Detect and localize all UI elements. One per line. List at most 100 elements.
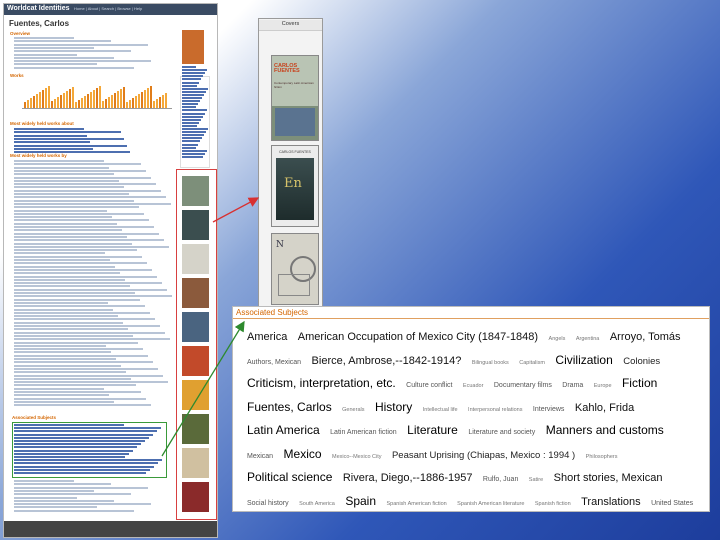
subject-tag[interactable]: Criticism, interpretation, etc. (247, 376, 396, 390)
subject-tag[interactable]: Literature and society (468, 429, 535, 436)
cover-thumbnail[interactable] (182, 278, 209, 308)
subject-tag[interactable]: Rivera, Diego,--1886-1957 (343, 472, 473, 484)
subject-tag[interactable]: Kahlo, Frida (575, 402, 634, 414)
timeline-bar (84, 96, 86, 108)
subject-tag[interactable]: Argentina (576, 336, 600, 342)
by-work-line (14, 189, 161, 192)
timeline-bar (54, 99, 56, 108)
cover-thumbnail[interactable] (182, 312, 209, 342)
subject-tag[interactable]: Political science (247, 470, 332, 484)
subject-tag[interactable]: Fiction (622, 376, 657, 390)
timeline-bar (156, 99, 158, 108)
subject-tag[interactable]: Europe (594, 383, 612, 389)
associated-subjects-panel: Associated Subjects America American Occ… (232, 306, 710, 512)
subject-tag[interactable]: History (375, 400, 412, 414)
timeline-bar (138, 94, 140, 108)
by-work-line (14, 391, 141, 393)
subject-tag[interactable]: Mexico (284, 447, 322, 461)
subject-tag[interactable]: South America (299, 501, 335, 507)
cover-thumbnail[interactable] (182, 244, 209, 274)
subject-tag[interactable]: Bierce, Ambrose,--1842-1914? (312, 355, 462, 367)
sidebar-link-line (182, 103, 198, 106)
timeline-bar (114, 93, 116, 108)
cover-thumbnail[interactable] (182, 482, 209, 512)
subject-thumb-line (14, 433, 153, 436)
by-work-line (14, 371, 126, 374)
cover-thumbnail[interactable] (182, 448, 209, 478)
subject-tag[interactable]: Generals (342, 407, 364, 413)
subject-tag[interactable]: American Occupation of Mexico City (1847… (298, 331, 538, 343)
timeline-bar (87, 94, 89, 108)
by-work-line (14, 288, 167, 291)
subject-tag[interactable]: Manners and customs (546, 423, 664, 437)
timeline-bar (132, 98, 134, 108)
cover-image-2[interactable]: CARLOS FUENTES En (271, 145, 319, 227)
cover-3-rect (278, 274, 310, 296)
subject-tag[interactable]: Authors, Mexican (247, 359, 301, 366)
section-header-overview: Overview (10, 31, 31, 36)
subject-tag[interactable]: Short stories, Mexican (554, 472, 663, 484)
timeline-bar (129, 100, 131, 108)
subject-tag[interactable]: Intellectual life (423, 407, 458, 413)
by-work-line (14, 216, 112, 219)
subject-tag[interactable]: Spanish American literature (457, 501, 524, 507)
sidebar-link-line (182, 90, 206, 93)
subject-tag[interactable]: Interviews (533, 406, 565, 413)
subject-tag[interactable]: Bilingual books (472, 360, 509, 366)
cover-image-3[interactable]: N (271, 233, 319, 305)
subject-tag[interactable]: Angels (549, 336, 566, 342)
subject-tag[interactable]: Rulfo, Juan (483, 476, 518, 483)
sidebar-link-line (182, 134, 204, 137)
subject-tag[interactable]: Interpersonal relations (468, 407, 522, 413)
cover-image-1[interactable]: CARLOS FUENTES Contemporary Latin Americ… (271, 55, 319, 141)
subject-tag[interactable]: Arroyo, Tomás (610, 331, 681, 343)
top-cover-thumbnail[interactable] (182, 30, 204, 64)
by-work-line (14, 206, 139, 209)
subject-tag[interactable]: Philosophers (586, 454, 618, 460)
subject-tag[interactable]: America (247, 331, 287, 343)
subject-tag[interactable]: Social history (247, 500, 289, 507)
subject-tag[interactable]: Latin America (247, 423, 320, 437)
subject-tag[interactable]: United States (651, 500, 693, 507)
by-work-line (14, 328, 128, 331)
by-work-line (14, 249, 137, 252)
by-work-line (14, 358, 116, 360)
by-work-line (14, 387, 104, 390)
by-work-line (14, 202, 171, 205)
cover-thumbnail[interactable] (182, 414, 209, 444)
subject-tag[interactable]: Ecuador (463, 383, 484, 389)
footer-text-line (14, 493, 131, 496)
publication-timeline (24, 84, 169, 108)
by-work-line (14, 285, 130, 288)
subject-tag[interactable]: Fuentes, Carlos (247, 400, 332, 414)
overview-text-line (14, 43, 148, 46)
subject-tag[interactable]: Latin American fiction (330, 429, 397, 436)
page-title: Fuentes, Carlos (9, 19, 70, 28)
by-work-line (14, 272, 120, 275)
subject-tag[interactable]: Mexican (247, 453, 273, 460)
subject-tag[interactable]: Translations (581, 496, 641, 508)
subject-tag[interactable]: Civilization (555, 353, 612, 367)
sidebar-link-line (182, 87, 208, 90)
subject-tag[interactable]: Drama (562, 382, 583, 389)
overview-text-line (14, 40, 111, 43)
cover-thumbnail[interactable] (182, 346, 209, 376)
subject-tag[interactable]: Capitalism (519, 360, 545, 366)
subject-tag[interactable]: Literature (407, 423, 458, 437)
subject-tag[interactable]: Documentary films (494, 382, 552, 389)
by-work-line (14, 367, 158, 370)
subject-tag[interactable]: Culture conflict (406, 382, 452, 389)
subject-tag[interactable]: Colonies (623, 356, 660, 367)
subject-tag[interactable]: Spain (345, 494, 376, 508)
cover-thumbnail[interactable] (182, 176, 209, 206)
cover-thumbnail[interactable] (182, 210, 209, 240)
subject-tag[interactable]: Satire (529, 477, 543, 483)
header-nav[interactable]: Home | About | Search | Browse | Help (74, 6, 142, 11)
overview-text-line (14, 50, 131, 53)
subject-tag[interactable]: Spanish American fiction (386, 501, 446, 507)
subject-tag[interactable]: Peasant Uprising (Chiapas, Mexico : 1994… (392, 450, 575, 461)
subject-tag[interactable]: Mexico--Mexico City (332, 454, 382, 460)
site-logo[interactable]: Worldcat Identities (7, 5, 70, 12)
cover-thumbnail[interactable] (182, 380, 209, 410)
subject-tag[interactable]: Spanish fiction (535, 501, 571, 507)
